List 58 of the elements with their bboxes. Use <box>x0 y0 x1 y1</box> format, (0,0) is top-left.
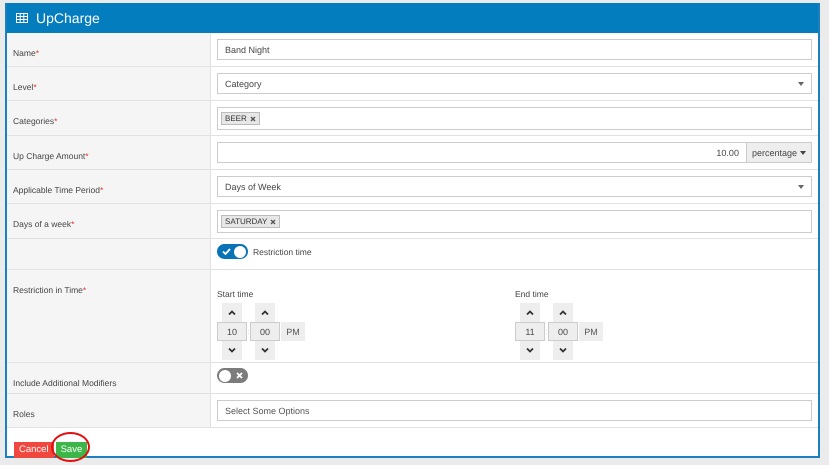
time-caption: Start time <box>217 289 254 299</box>
increment-button[interactable] <box>520 303 540 322</box>
field-label: Days of a week* <box>13 219 74 229</box>
increment-button[interactable] <box>255 303 275 322</box>
field-label: Up Charge Amount* <box>13 151 89 161</box>
caret-icon <box>800 150 806 154</box>
table-icon <box>16 13 28 23</box>
caret-icon <box>798 82 804 86</box>
roles-select[interactable]: Select Some Options <box>217 400 812 421</box>
field-label: Include Additional Modifiers <box>13 378 116 388</box>
field-label: Level* <box>13 82 37 92</box>
toggle-switch[interactable] <box>217 368 248 383</box>
decrement-button[interactable] <box>520 341 540 360</box>
select-dropdown[interactable]: Days of Week <box>217 176 812 197</box>
remove-icon[interactable] <box>270 218 276 224</box>
chevron-down-icon <box>559 348 567 353</box>
chevron-up-icon <box>228 310 236 315</box>
period-toggle[interactable]: PM <box>281 322 305 341</box>
decrement-button[interactable] <box>222 341 242 360</box>
minute-input[interactable]: 00 <box>250 322 280 341</box>
toggle-label: Restriction time <box>253 246 312 256</box>
hour-input[interactable]: 10 <box>217 322 247 341</box>
decrement-button[interactable] <box>553 341 573 360</box>
increment-button[interactable] <box>553 303 573 322</box>
check-icon <box>222 248 231 255</box>
field-label: Roles <box>13 409 35 419</box>
tags-input[interactable]: SATURDAY <box>217 210 812 233</box>
hour-input[interactable]: 11 <box>515 322 545 341</box>
period-toggle[interactable]: PM <box>579 322 603 341</box>
chevron-up-icon <box>559 310 567 315</box>
field-label: Applicable Time Period* <box>13 185 104 195</box>
unit-dropdown[interactable]: percentage <box>746 142 812 163</box>
remove-icon[interactable] <box>250 116 256 122</box>
minute-input[interactable]: 00 <box>548 322 578 341</box>
time-caption: End time <box>515 289 550 299</box>
chevron-up-icon <box>261 310 269 315</box>
caret-icon <box>798 184 804 188</box>
field-label: Name* <box>13 48 39 58</box>
action-button[interactable]: Cancel <box>14 442 54 458</box>
chevron-down-icon <box>261 348 269 353</box>
amount-input[interactable]: 10.00 <box>217 142 747 163</box>
field-label: Categories* <box>13 116 58 126</box>
time-separator: : <box>247 327 250 336</box>
chevron-up-icon <box>526 310 534 315</box>
increment-button[interactable] <box>222 303 242 322</box>
decrement-button[interactable] <box>255 341 275 360</box>
tags-input[interactable]: BEER <box>217 107 812 130</box>
toggle-switch[interactable] <box>217 244 248 259</box>
field-label: Restriction in Time* <box>13 285 86 295</box>
close-icon <box>236 372 243 379</box>
chevron-down-icon <box>526 348 534 353</box>
time-separator: : <box>545 327 548 336</box>
tag-chip: BEER <box>221 112 260 125</box>
chevron-down-icon <box>228 348 236 353</box>
select-dropdown[interactable]: Category <box>217 73 812 94</box>
name-input[interactable]: Band Night <box>217 39 812 60</box>
tag-chip: SATURDAY <box>221 215 280 228</box>
panel-title: UpCharge <box>36 10 100 26</box>
